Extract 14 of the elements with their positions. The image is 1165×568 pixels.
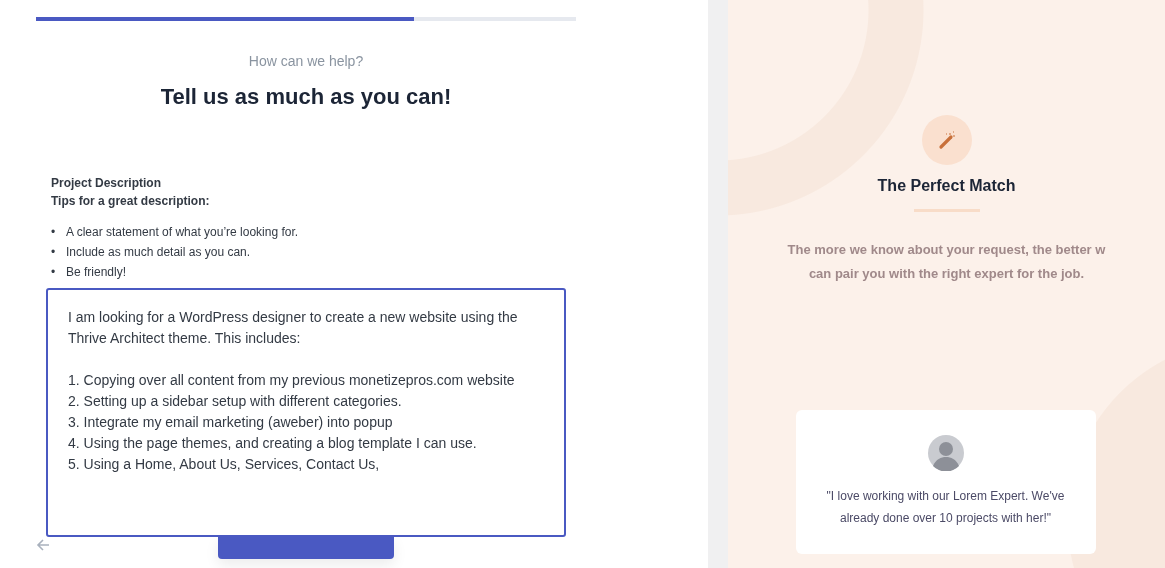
bullet: • xyxy=(51,264,57,281)
tip-item: A clear statement of what you’re looking for. xyxy=(66,224,299,241)
aside-title: The Perfect Match xyxy=(877,177,1016,195)
tip-item: Include as much detail as you can. xyxy=(66,244,251,261)
field-label: Project Description xyxy=(51,176,163,190)
aside-text: The more we know about your request, the better w can pair you with the right expert for the job. xyxy=(786,241,1107,283)
testimonial-quote: "I love working with our Lorem Expert. We've already done over 10 projects with her!" xyxy=(826,488,1065,527)
bullet: • xyxy=(51,224,57,241)
bullet: • xyxy=(51,244,57,261)
eyebrow-text: How can we help? xyxy=(248,53,364,69)
tip-item: Be friendly! xyxy=(66,264,127,281)
form-title: Tell us as much as you can! xyxy=(160,84,452,110)
tips-heading: Tips for a great description: xyxy=(51,194,211,208)
description-field[interactable]: I am looking for a WordPress designer to create a new website using the Thrive Architect theme. This includes: 1. Copying over all content from my previous monetizepros.com website 2. Setting up a sidebar setup with different categories. 3. Integrate my email marketing (aweber) into popup 4. Using the page themes, and creating a blog template I can use. 5. Using a Home, About Us, Services, Contact Us, xyxy=(46,288,566,537)
